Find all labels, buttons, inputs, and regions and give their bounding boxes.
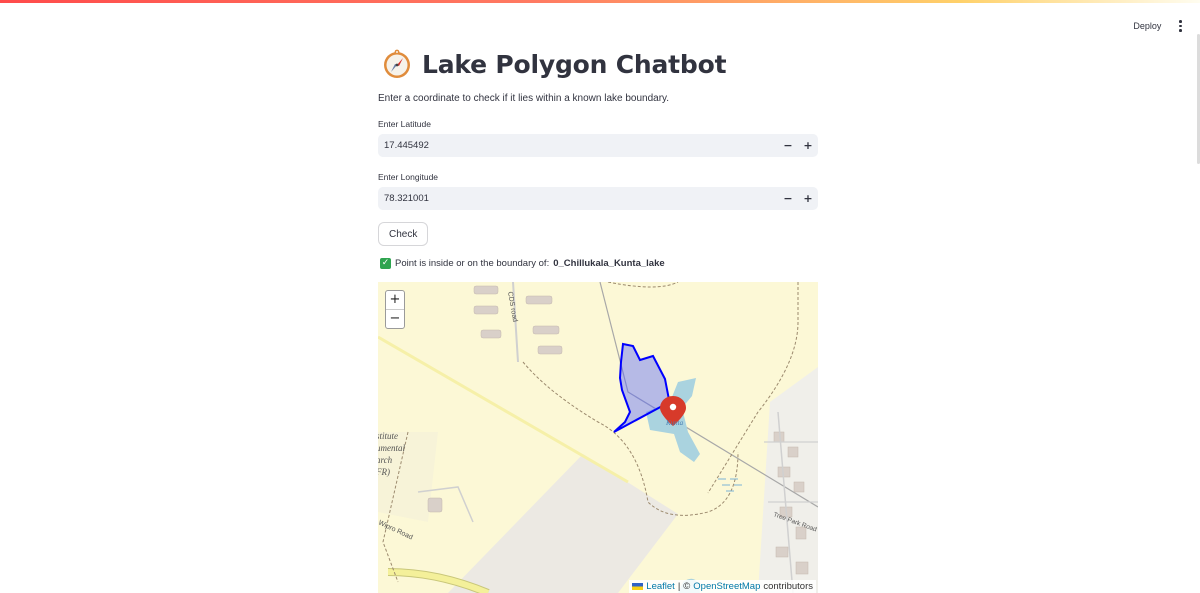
institute-label-2: umental [378, 443, 405, 453]
map-tiles: CDS road stitute umental arch FR) Wipro … [378, 282, 818, 593]
longitude-decrement-button[interactable]: − [778, 187, 798, 210]
kebab-menu-icon[interactable] [1175, 17, 1186, 35]
zoom-control: + − [385, 290, 405, 329]
attribution-suffix: contributors [763, 581, 813, 592]
institute-label-1: stitute [378, 431, 398, 441]
deploy-button[interactable]: Deploy [1131, 17, 1163, 35]
main-content: Lake Polygon Chatbot Enter a coordinate … [378, 40, 818, 593]
latitude-increment-button[interactable]: + [798, 134, 818, 157]
title-row: Lake Polygon Chatbot [378, 40, 818, 88]
map-attribution: Leaflet | © OpenStreetMap contributors [629, 580, 816, 593]
top-decoration-bar [0, 0, 1200, 3]
longitude-input-group: − + [378, 187, 818, 210]
longitude-input[interactable] [378, 187, 778, 210]
latitude-decrement-button[interactable]: − [778, 134, 798, 157]
ukraine-flag-icon [632, 583, 644, 590]
result-message: ✓ Point is inside or on the boundary of:… [380, 258, 665, 269]
instructions-text: Enter a coordinate to check if it lies w… [378, 93, 670, 104]
latitude-label: Enter Latitude [378, 119, 431, 129]
app-toolbar: Deploy [1131, 14, 1186, 38]
check-button[interactable]: Check [378, 222, 429, 246]
attribution-copyright: © [683, 581, 691, 592]
leaflet-link[interactable]: Leaflet [646, 581, 675, 592]
result-lake-name: 0_Chillukala_Kunta_lake [553, 258, 665, 269]
zoom-out-button[interactable]: − [386, 309, 404, 328]
map-view[interactable]: CDS road stitute umental arch FR) Wipro … [378, 282, 818, 593]
check-mark-icon: ✓ [380, 258, 391, 269]
zoom-in-button[interactable]: + [386, 291, 404, 309]
result-prefix: Point is inside or on the boundary of: [395, 258, 550, 269]
latitude-input-group: − + [378, 134, 818, 157]
page-title: Lake Polygon Chatbot [422, 49, 727, 79]
attribution-separator: | [677, 581, 681, 592]
institute-label-3: arch [378, 455, 393, 465]
longitude-label: Enter Longitude [378, 172, 439, 182]
longitude-increment-button[interactable]: + [798, 187, 818, 210]
compass-icon [384, 49, 410, 78]
institute-label-4: FR) [378, 467, 390, 477]
latitude-input[interactable] [378, 134, 778, 157]
osm-link[interactable]: OpenStreetMap [693, 581, 760, 592]
lake-label: Kunta [665, 419, 684, 427]
